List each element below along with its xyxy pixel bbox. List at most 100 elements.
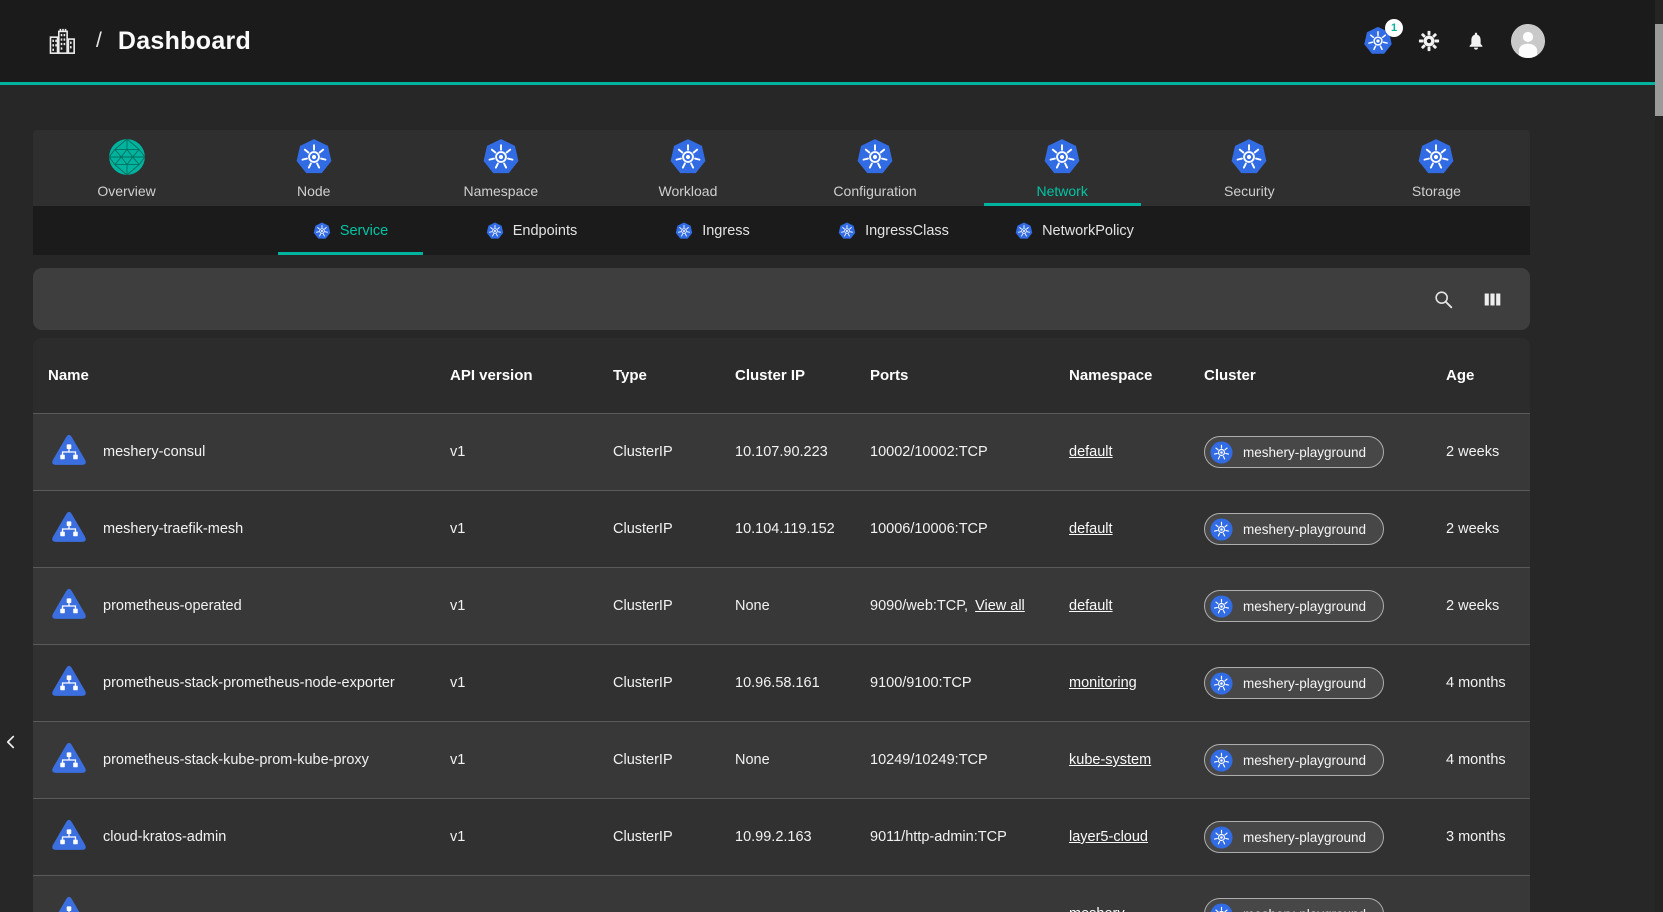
services-table: Name API version Type Cluster IP Ports N… [33, 338, 1530, 912]
page-title: Dashboard [118, 27, 251, 56]
namespace-cell: monitoring [1069, 675, 1204, 691]
table-row[interactable]: prometheus-operated v1 ClusterIP None 90… [33, 567, 1530, 644]
table-row[interactable]: meshery meshery-playground [33, 875, 1530, 912]
cluster-chip[interactable]: meshery-playground [1204, 590, 1384, 622]
table-body: meshery-consul v1 ClusterIP 10.107.90.22… [33, 413, 1530, 912]
cluster-chip[interactable]: meshery-playground [1204, 513, 1384, 545]
ports-text: 9100/9100:TCP [870, 675, 972, 691]
cluster-cell: meshery-playground [1204, 436, 1446, 468]
table-row[interactable]: prometheus-stack-kube-prom-kube-proxy v1… [33, 721, 1530, 798]
subtab-ingress[interactable]: Ingress [622, 206, 803, 255]
ports-text: 9090/web:TCP, [870, 598, 968, 614]
subtab-networkpolicy[interactable]: NetworkPolicy [984, 206, 1165, 255]
tab-overview[interactable]: Overview [33, 130, 220, 206]
api-version-cell: v1 [450, 521, 613, 537]
page-scrollbar[interactable] [1655, 0, 1663, 912]
name-cell: meshery-consul [48, 433, 450, 471]
column-header-age[interactable]: Age [1446, 367, 1530, 384]
view-all-link[interactable]: View all [975, 598, 1025, 614]
cluster-chip[interactable]: meshery-playground [1204, 436, 1384, 468]
view-columns-button[interactable] [1481, 288, 1504, 311]
subtab-endpoints[interactable]: Endpoints [441, 206, 622, 255]
kubernetes-icon [1210, 595, 1233, 618]
column-header-namespace[interactable]: Namespace [1069, 367, 1204, 384]
settings-button[interactable] [1417, 29, 1441, 53]
column-header-cluster[interactable]: Cluster [1204, 367, 1446, 384]
tab-node[interactable]: Node [220, 130, 407, 206]
cluster-ip-cell: None [735, 598, 870, 614]
type-cell: ClusterIP [613, 444, 735, 460]
namespace-link[interactable]: default [1069, 521, 1113, 537]
namespace-link[interactable]: default [1069, 444, 1113, 460]
account-avatar[interactable] [1511, 24, 1545, 58]
kubernetes-icon [1043, 138, 1081, 176]
cluster-name: meshery-playground [1243, 907, 1366, 912]
kubernetes-icon [669, 138, 707, 176]
kubernetes-icon [1210, 518, 1233, 541]
service-icon [48, 510, 90, 548]
age-cell: 4 months [1446, 752, 1530, 768]
cluster-ip-cell: None [735, 752, 870, 768]
service-icon [48, 664, 90, 702]
tab-namespace[interactable]: Namespace [407, 130, 594, 206]
table-row[interactable]: cloud-kratos-admin v1 ClusterIP 10.99.2.… [33, 798, 1530, 875]
namespace-link[interactable]: meshery [1069, 906, 1125, 912]
subtab-ingressclass[interactable]: IngressClass [803, 206, 984, 255]
tab-storage[interactable]: Storage [1343, 130, 1530, 206]
search-button[interactable] [1432, 288, 1455, 311]
gear-icon [1417, 29, 1441, 53]
ports-text: 10006/10006:TCP [870, 521, 988, 537]
scrollbar-thumb[interactable] [1655, 24, 1663, 116]
kubernetes-context-button[interactable]: 1 [1363, 26, 1393, 56]
cluster-name: meshery-playground [1243, 522, 1366, 537]
column-header-ports[interactable]: Ports [870, 367, 1069, 384]
table-row[interactable]: meshery-consul v1 ClusterIP 10.107.90.22… [33, 413, 1530, 490]
tab-workload[interactable]: Workload [594, 130, 781, 206]
age-cell: 2 weeks [1446, 444, 1530, 460]
tab-network[interactable]: Network [969, 130, 1156, 206]
type-cell: ClusterIP [613, 521, 735, 537]
collapse-drawer-button[interactable] [0, 724, 22, 762]
column-header-api-version[interactable]: API version [450, 367, 613, 384]
service-icon [48, 741, 90, 779]
table-toolbar [33, 268, 1530, 330]
cluster-chip[interactable]: meshery-playground [1204, 744, 1384, 776]
api-version-cell: v1 [450, 829, 613, 845]
age-cell: 2 weeks [1446, 598, 1530, 614]
tab-label: Node [297, 183, 330, 199]
service-icon [48, 433, 90, 471]
cluster-name: meshery-playground [1243, 753, 1366, 768]
table-header-row: Name API version Type Cluster IP Ports N… [33, 338, 1530, 413]
subtab-label: IngressClass [865, 223, 949, 239]
column-header-cluster-ip[interactable]: Cluster IP [735, 367, 870, 384]
cluster-ip-cell: 10.107.90.223 [735, 444, 870, 460]
column-header-name[interactable]: Name [48, 367, 450, 384]
age-cell: 2 weeks [1446, 521, 1530, 537]
ports-cell: 10249/10249:TCP [870, 752, 1069, 768]
service-name: prometheus-stack-kube-prom-kube-proxy [103, 752, 369, 768]
cluster-name: meshery-playground [1243, 445, 1366, 460]
namespace-link[interactable]: kube-system [1069, 752, 1151, 768]
column-header-type[interactable]: Type [613, 367, 735, 384]
subtab-label: Ingress [702, 223, 750, 239]
tab-configuration[interactable]: Configuration [782, 130, 969, 206]
namespace-link[interactable]: default [1069, 598, 1113, 614]
cluster-chip[interactable]: meshery-playground [1204, 898, 1384, 912]
subtab-service[interactable]: Service [260, 206, 441, 255]
name-cell: meshery-traefik-mesh [48, 510, 450, 548]
namespace-link[interactable]: monitoring [1069, 675, 1137, 691]
table-row[interactable]: meshery-traefik-mesh v1 ClusterIP 10.104… [33, 490, 1530, 567]
namespace-link[interactable]: layer5-cloud [1069, 829, 1148, 845]
table-row[interactable]: prometheus-stack-prometheus-node-exporte… [33, 644, 1530, 721]
bell-icon [1465, 29, 1487, 53]
kubernetes-icon [313, 222, 331, 240]
tab-security[interactable]: Security [1156, 130, 1343, 206]
cluster-chip[interactable]: meshery-playground [1204, 667, 1384, 699]
kubernetes-icon [856, 138, 894, 176]
resource-tabs: Overview Node Namespace Workload Configu… [33, 130, 1530, 206]
cluster-chip[interactable]: meshery-playground [1204, 821, 1384, 853]
notifications-button[interactable] [1465, 29, 1487, 53]
buildings-icon[interactable] [46, 24, 78, 58]
type-cell: ClusterIP [613, 752, 735, 768]
ports-text: 10249/10249:TCP [870, 752, 988, 768]
